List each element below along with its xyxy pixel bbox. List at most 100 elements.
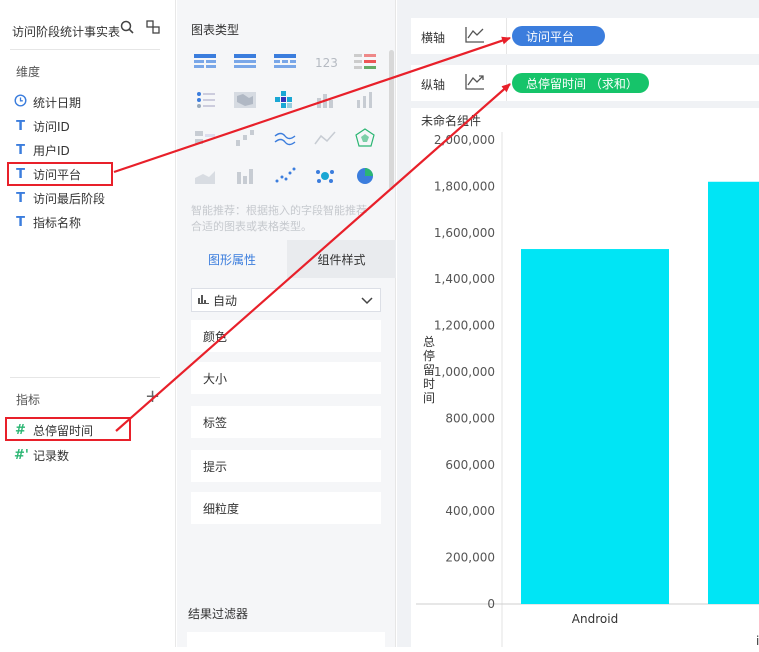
result-filter-title: 结果过滤器 bbox=[188, 607, 249, 621]
table-chart-icon[interactable] bbox=[193, 52, 217, 72]
tab-graph-properties[interactable]: 图形属性 bbox=[177, 240, 287, 278]
stacked-bar-icon[interactable] bbox=[313, 90, 337, 110]
y-tick-label: 400,000 bbox=[445, 504, 495, 518]
divider bbox=[10, 377, 160, 378]
bar-i bbox=[708, 181, 759, 604]
smart-recommend-hint: 智能推荐：根据拖入的字段智能推荐合适的图表或表格类型。 bbox=[191, 204, 367, 233]
number-type-icon: #' bbox=[14, 447, 29, 463]
bar-android bbox=[521, 249, 669, 605]
chevron-down-icon bbox=[360, 293, 374, 310]
column-chart-icon[interactable] bbox=[353, 90, 377, 110]
radar-chart-icon[interactable] bbox=[353, 128, 377, 148]
y-axis-field-pill[interactable]: 总停留时间 （求和） bbox=[512, 73, 649, 93]
y-axis-title-char: 间 bbox=[423, 391, 435, 405]
text-type-icon: T bbox=[16, 214, 25, 230]
y-axis-title-char: 总 bbox=[423, 335, 435, 349]
y-tick-label: 0 bbox=[487, 597, 495, 611]
y-tick-label: 1,400,000 bbox=[434, 272, 495, 286]
field-label: 统计日期 bbox=[33, 95, 82, 110]
x-tick-label: Android bbox=[572, 612, 618, 626]
kpi-number-icon[interactable]: 123 bbox=[313, 52, 338, 72]
pie-chart-icon[interactable] bbox=[353, 166, 377, 186]
heatmap-icon[interactable] bbox=[273, 90, 297, 110]
attr-tooltip-button[interactable]: 提示 bbox=[191, 450, 381, 482]
divider bbox=[10, 49, 160, 50]
measure-section-title: 指标 bbox=[16, 393, 41, 407]
y-axis-title-char: 时 bbox=[423, 377, 435, 391]
area-line-icon[interactable] bbox=[313, 128, 337, 148]
bar-chart-icon bbox=[198, 293, 209, 307]
config-panel: 图表类型 123 智能推荐：根据拖入的字段智能推荐合适的图表或表格类型。 图形属… bbox=[177, 0, 396, 652]
dot-list-icon[interactable] bbox=[193, 90, 217, 110]
clock-icon bbox=[14, 93, 27, 111]
attr-label-button[interactable]: 标签 bbox=[191, 406, 381, 438]
y-tick-label: 1,800,000 bbox=[434, 179, 495, 193]
field-label: 记录数 bbox=[33, 448, 70, 463]
field-stat-date[interactable]: 统计日期 bbox=[14, 92, 81, 112]
y-axis-label: 纵轴 bbox=[421, 78, 446, 92]
dimension-section-title: 维度 bbox=[16, 65, 41, 79]
kpi-card-icon[interactable] bbox=[353, 52, 377, 72]
y-tick-label: 1,000,000 bbox=[434, 365, 495, 379]
cross-table-icon[interactable] bbox=[273, 52, 297, 72]
highlight-box-platform bbox=[7, 162, 113, 186]
y-tick-label: 800,000 bbox=[445, 411, 495, 425]
bar-chart: 0 200,000 400,000 600,000 800,000 1,000,000 1,… bbox=[416, 132, 759, 647]
y-axis-icon bbox=[464, 72, 486, 95]
field-label: 访问ID bbox=[33, 119, 70, 134]
text-type-icon: T bbox=[16, 118, 25, 134]
tab-component-style[interactable]: 组件样式 bbox=[287, 240, 396, 278]
grouped-table-icon[interactable] bbox=[233, 52, 257, 72]
shape-select-value: 自动 bbox=[213, 293, 238, 308]
dataset-name: 访问阶段统计事实表 bbox=[12, 25, 121, 39]
chart-component[interactable]: 0 200,000 400,000 600,000 800,000 1,000,000 1,… bbox=[411, 108, 759, 647]
combo-bar-icon[interactable] bbox=[233, 166, 257, 186]
svg-text:123: 123 bbox=[315, 56, 337, 70]
field-label: 访问最后阶段 bbox=[33, 191, 106, 206]
result-filter-dropzone[interactable] bbox=[187, 632, 385, 652]
highlight-box-stay-time bbox=[5, 417, 131, 441]
add-measure-icon[interactable]: + bbox=[145, 388, 160, 406]
line-chart-icon[interactable] bbox=[273, 128, 297, 148]
y-tick-label: 1,600,000 bbox=[434, 226, 495, 240]
canvas-area: 横轴 访问平台 纵轴 总停留时间 （求和） 0 200,000 400,000 600… bbox=[397, 0, 759, 647]
scatter-chart-icon[interactable] bbox=[273, 166, 297, 186]
y-axis-row: 纵轴 总停留时间 （求和） bbox=[411, 65, 759, 101]
field-record-count[interactable]: #' 记录数 bbox=[14, 445, 69, 465]
component-title: 未命名组件 bbox=[421, 114, 482, 128]
y-tick-label: 2,000,000 bbox=[434, 133, 495, 147]
field-visit-id[interactable]: T 访问ID bbox=[14, 116, 70, 136]
field-label: 指标名称 bbox=[33, 215, 82, 230]
waterfall-icon[interactable] bbox=[233, 128, 257, 148]
attr-size-button[interactable]: 大小 bbox=[191, 362, 381, 394]
field-last-stage[interactable]: T 访问最后阶段 bbox=[14, 188, 105, 208]
y-tick-label: 1,200,000 bbox=[434, 319, 495, 333]
x-axis-label: 横轴 bbox=[421, 31, 446, 45]
y-tick-label: 200,000 bbox=[445, 551, 495, 565]
field-label: 用户ID bbox=[33, 143, 70, 158]
x-axis-row: 横轴 访问平台 bbox=[411, 18, 759, 54]
map-chart-icon[interactable] bbox=[233, 90, 257, 110]
text-type-icon: T bbox=[16, 142, 25, 158]
divider bbox=[506, 65, 507, 101]
y-tick-label: 600,000 bbox=[445, 458, 495, 472]
y-axis-title-char: 留 bbox=[423, 363, 435, 377]
switch-dataset-icon[interactable] bbox=[146, 20, 160, 37]
divider bbox=[506, 18, 507, 54]
chart-type-title: 图表类型 bbox=[191, 23, 240, 37]
x-axis-field-pill[interactable]: 访问平台 bbox=[512, 26, 605, 46]
y-axis-title-char: 停 bbox=[423, 348, 435, 363]
data-panel: 访问阶段统计事实表 维度 统计日期 T 访问ID T 用户ID T 访问平台 T… bbox=[0, 0, 176, 647]
property-tabs: 图形属性 组件样式 bbox=[177, 240, 396, 278]
area-chart-icon[interactable] bbox=[193, 166, 217, 186]
scrollbar[interactable] bbox=[389, 50, 394, 190]
shape-select[interactable]: 自动 bbox=[191, 288, 381, 312]
attr-granularity-button[interactable]: 细粒度 bbox=[191, 492, 381, 524]
field-user-id[interactable]: T 用户ID bbox=[14, 140, 70, 160]
bar-group-icon[interactable] bbox=[193, 128, 217, 148]
bubble-chart-icon[interactable] bbox=[313, 166, 337, 186]
attr-color-button[interactable]: 颜色 bbox=[191, 320, 381, 352]
x-axis-icon bbox=[464, 25, 486, 48]
search-icon[interactable] bbox=[120, 20, 134, 37]
field-metric-name[interactable]: T 指标名称 bbox=[14, 212, 81, 232]
